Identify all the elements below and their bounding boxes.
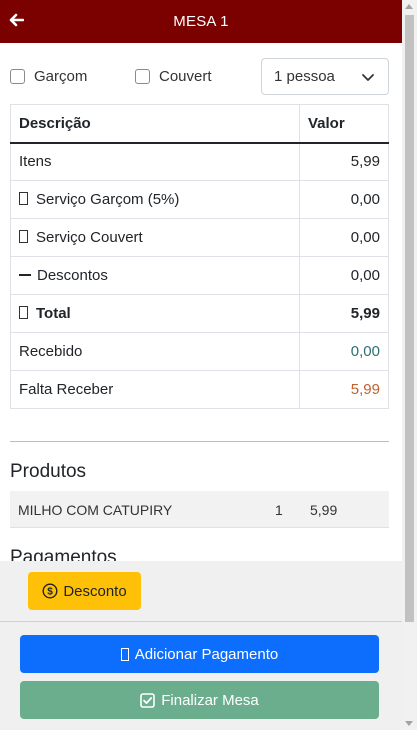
scroll-up-icon[interactable] bbox=[405, 4, 413, 9]
row-label: Serviço Couvert bbox=[36, 229, 143, 246]
row-label: Recebido bbox=[10, 332, 300, 371]
summary-row-servico-garcom: Serviço Garçom (5%) 0,00 bbox=[10, 180, 389, 219]
row-label-cell: Serviço Garçom (5%) bbox=[10, 180, 300, 219]
row-value: 5,99 bbox=[299, 142, 389, 181]
row-label: Descontos bbox=[37, 267, 108, 284]
chevron-down-icon bbox=[362, 74, 374, 81]
product-value: 5,99 bbox=[310, 502, 338, 518]
product-qty: 1 bbox=[275, 502, 283, 518]
placeholder-glyph-icon bbox=[19, 230, 28, 243]
placeholder-glyph-icon bbox=[19, 306, 28, 319]
page-title: MESA 1 bbox=[173, 13, 229, 30]
summary-table: Descrição Valor Itens 5,99 Serviço Garço… bbox=[10, 104, 389, 409]
desconto-button[interactable]: $ Desconto bbox=[28, 572, 141, 610]
row-value: 0,00 bbox=[299, 332, 389, 371]
row-value: 5,99 bbox=[299, 370, 389, 409]
placeholder-glyph-icon bbox=[120, 647, 129, 661]
product-name: MILHO COM CATUPIRY bbox=[18, 502, 173, 518]
row-label: Falta Receber bbox=[10, 370, 300, 409]
add-payment-button[interactable]: Adicionar Pagamento bbox=[20, 635, 379, 673]
people-select-value: 1 pessoa bbox=[274, 68, 335, 85]
summary-row-total: Total 5,99 bbox=[10, 294, 389, 333]
summary-row-descontos: Descontos 0,00 bbox=[10, 256, 389, 295]
summary-row-itens: Itens 5,99 bbox=[10, 142, 389, 181]
back-button[interactable] bbox=[6, 9, 26, 31]
couvert-checkbox[interactable]: Couvert bbox=[135, 68, 212, 85]
summary-header-row: Descrição Valor bbox=[10, 104, 389, 144]
section-divider bbox=[10, 441, 389, 442]
col-descricao: Descrição bbox=[10, 104, 300, 144]
summary-row-servico-couvert: Serviço Couvert 0,00 bbox=[10, 218, 389, 257]
add-payment-label: Adicionar Pagamento bbox=[134, 645, 279, 663]
row-label: Serviço Garçom (5%) bbox=[36, 191, 180, 208]
placeholder-glyph-icon bbox=[19, 192, 28, 205]
garcom-checkbox-box[interactable] bbox=[10, 69, 25, 84]
garcom-label: Garçom bbox=[34, 68, 88, 85]
summary-row-falta-receber: Falta Receber 5,99 bbox=[10, 370, 389, 409]
garcom-checkbox[interactable]: Garçom bbox=[10, 68, 87, 85]
desconto-label: Desconto bbox=[63, 582, 127, 600]
main-content: Garçom Couvert 1 pessoa Descrição Valor … bbox=[0, 43, 402, 561]
minus-icon bbox=[19, 274, 31, 276]
row-value: 0,00 bbox=[299, 218, 389, 257]
col-valor: Valor bbox=[299, 104, 389, 144]
people-select[interactable]: 1 pessoa bbox=[261, 58, 389, 95]
scrollbar[interactable] bbox=[402, 0, 417, 730]
finalize-button[interactable]: Finalizar Mesa bbox=[20, 681, 379, 719]
scrollbar-thumb[interactable] bbox=[405, 15, 414, 622]
row-value: 0,00 bbox=[299, 256, 389, 295]
row-label: Itens bbox=[10, 142, 300, 181]
summary-row-recebido: Recebido 0,00 bbox=[10, 332, 389, 371]
produtos-title: Produtos bbox=[10, 461, 87, 482]
row-label-cell: Total bbox=[10, 294, 300, 333]
dollar-circle-icon: $ bbox=[42, 583, 58, 599]
finalize-label: Finalizar Mesa bbox=[161, 691, 259, 709]
row-value: 0,00 bbox=[299, 180, 389, 219]
row-label: Total bbox=[36, 305, 71, 322]
product-row[interactable]: MILHO COM CATUPIRY 1 5,99 bbox=[10, 491, 389, 528]
options-row: Garçom Couvert 1 pessoa bbox=[10, 58, 389, 95]
action-footer: $ Desconto Adicionar Pagamento Finalizar… bbox=[0, 561, 402, 730]
pagamentos-title: Pagamentos bbox=[10, 547, 117, 561]
svg-text:$: $ bbox=[48, 587, 54, 598]
couvert-label: Couvert bbox=[159, 68, 212, 85]
footer-divider bbox=[0, 621, 402, 622]
app-header: MESA 1 bbox=[0, 0, 402, 43]
row-label-cell: Serviço Couvert bbox=[10, 218, 300, 257]
couvert-checkbox-box[interactable] bbox=[135, 69, 150, 84]
check-square-icon bbox=[140, 692, 156, 708]
scroll-down-icon[interactable] bbox=[405, 721, 413, 726]
row-value: 5,99 bbox=[299, 294, 389, 333]
arrow-left-icon bbox=[9, 13, 24, 27]
row-label-cell: Descontos bbox=[10, 256, 300, 295]
